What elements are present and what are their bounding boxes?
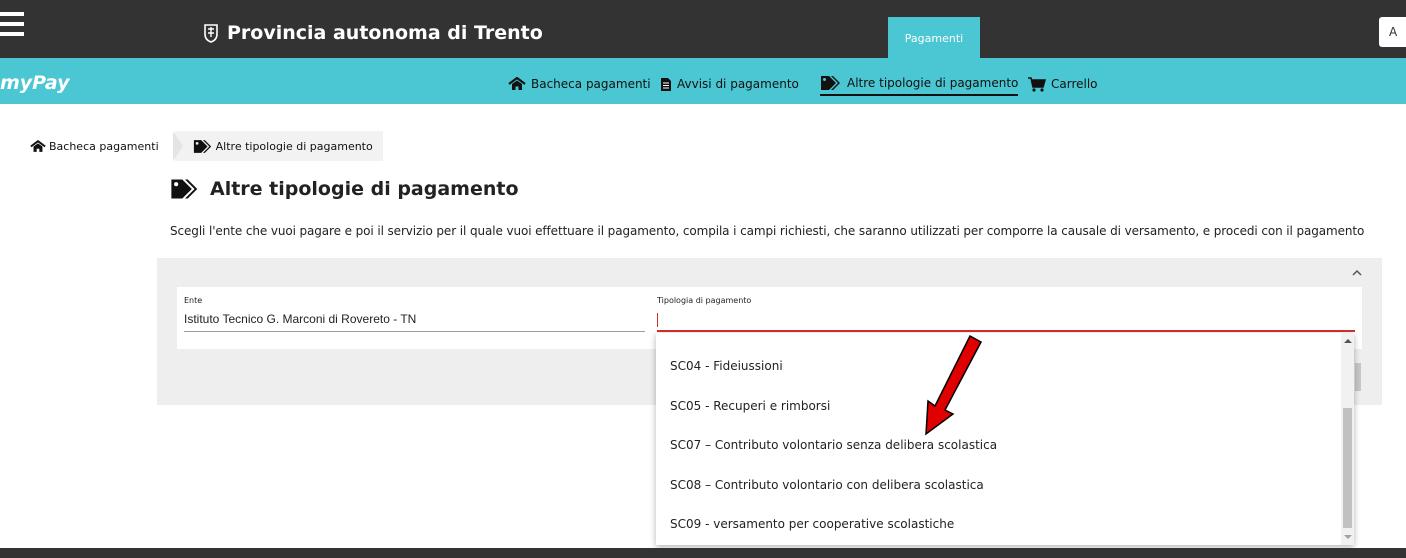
home-icon: [508, 77, 526, 90]
nav-item-label: Bacheca pagamenti: [531, 77, 651, 91]
nav-item-avvisi[interactable]: Avvisi di pagamento: [660, 72, 799, 96]
home-icon: [30, 139, 46, 152]
top-bar: Provincia autonoma di Trento Pagamenti A: [0, 0, 1406, 58]
tags-icon: [193, 139, 211, 153]
nav-item-altre-tipologie[interactable]: Altre tipologie di pagamento: [820, 72, 1019, 96]
chevron-up-icon[interactable]: [1350, 266, 1364, 280]
dropdown-option[interactable]: SC05 - Recuperi e rimborsi: [670, 399, 830, 413]
dropdown-option[interactable]: SC07 – Contributo volontario senza delib…: [670, 438, 997, 452]
ente-underline: [184, 331, 645, 332]
tab-pagamenti[interactable]: Pagamenti: [888, 17, 980, 58]
breadcrumb-item-bacheca[interactable]: Bacheca pagamenti: [20, 131, 173, 161]
page-title: Altre tipologie di pagamento: [170, 178, 519, 200]
nav-item-label: Avvisi di pagamento: [677, 77, 799, 91]
scroll-up-icon[interactable]: [1344, 339, 1352, 343]
nav-item-carrello[interactable]: Carrello: [1028, 72, 1098, 96]
tipologia-dropdown[interactable]: SC04 - Fideiussioni SC05 - Recuperi e ri…: [656, 333, 1354, 545]
tags-icon: [171, 179, 198, 199]
ente-label: Ente: [184, 296, 203, 305]
nav-item-bacheca[interactable]: Bacheca pagamenti: [508, 72, 651, 96]
nav-bar: myPay Bacheca pagamenti Avvisi di pagame…: [0, 58, 1406, 104]
scroll-thumb[interactable]: [1343, 408, 1352, 528]
menu-icon[interactable]: [0, 12, 24, 36]
breadcrumb-label: Altre tipologie di pagamento: [215, 139, 373, 153]
footer-bar: [0, 548, 1406, 558]
breadcrumb-item-altre-tipologie[interactable]: Altre tipologie di pagamento: [174, 131, 383, 161]
tipologia-underline: [657, 330, 1355, 332]
dropdown-option[interactable]: SC04 - Fideiussioni: [670, 359, 783, 373]
crest-icon: [204, 24, 218, 43]
breadcrumb-label: Bacheca pagamenti: [49, 139, 159, 153]
brand-label: Provincia autonoma di Trento: [227, 22, 543, 44]
breadcrumb: Bacheca pagamenti Altre tipologie di pag…: [20, 131, 383, 161]
cart-icon: [1028, 76, 1046, 92]
annotation-arrow-icon: [925, 334, 983, 436]
scroll-down-icon[interactable]: [1344, 535, 1352, 539]
nav-item-label: Altre tipologie di pagamento: [847, 76, 1019, 90]
tipologia-label: Tipologia di pagamento: [657, 296, 752, 305]
mypay-logo[interactable]: myPay: [0, 72, 70, 94]
breadcrumb-separator: [172, 131, 183, 161]
panel-button-edge[interactable]: [1355, 363, 1361, 391]
document-icon: [661, 77, 671, 91]
ente-field[interactable]: Istituto Tecnico G. Marconi di Rovereto …: [184, 312, 416, 326]
tags-icon: [821, 76, 840, 90]
user-menu-button[interactable]: A: [1379, 17, 1406, 47]
page-description: Scegli l'ente che vuoi pagare e poi il s…: [170, 224, 1365, 238]
text-caret: [657, 313, 658, 327]
brand-title[interactable]: Provincia autonoma di Trento: [203, 22, 543, 44]
page-title-text: Altre tipologie di pagamento: [210, 178, 519, 200]
dropdown-option[interactable]: SC08 – Contributo volontario con deliber…: [670, 478, 984, 492]
dropdown-option[interactable]: SC09 - versamento per cooperative scolas…: [670, 517, 954, 531]
nav-item-label: Carrello: [1051, 77, 1098, 91]
dropdown-scrollbar[interactable]: [1341, 333, 1354, 545]
